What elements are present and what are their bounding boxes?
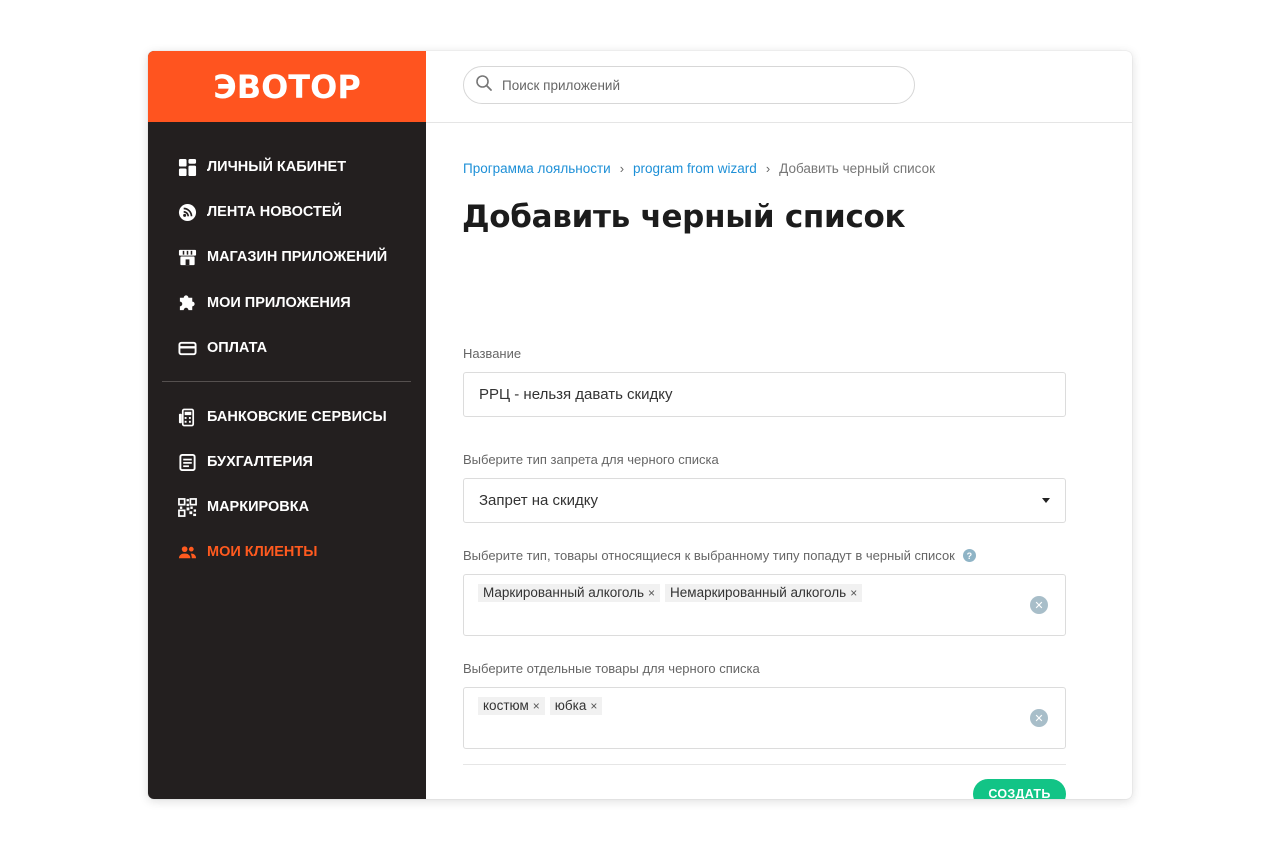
sidebar-item-bank-services[interactable]: БАНКОВСКИЕ СЕРВИСЫ (178, 406, 387, 428)
chevron-down-icon (1042, 498, 1050, 503)
credit-card-icon (178, 339, 197, 358)
ban-type-label: Выберите тип запрета для черного списка (463, 452, 719, 467)
breadcrumb-link-loyalty[interactable]: Программа лояльности (463, 161, 611, 176)
name-input[interactable] (464, 373, 1065, 416)
tag: костюм × (478, 697, 545, 715)
tag-label: Маркированный алкоголь (483, 585, 645, 600)
sidebar-item-label: МОИ ПРИЛОЖЕНИЯ (207, 295, 351, 311)
breadcrumb-current: Добавить черный список (779, 161, 935, 176)
app-window: ЭВОТОР ЛИЧНЫЙ КАБИНЕТ ЛЕНТА НОВОСТЕЙ МАГ… (148, 51, 1132, 799)
people-icon (178, 543, 197, 562)
breadcrumb-separator: › (619, 161, 625, 176)
sidebar-divider (162, 381, 411, 382)
top-bar (426, 51, 1132, 123)
sidebar: ЭВОТОР ЛИЧНЫЙ КАБИНЕТ ЛЕНТА НОВОСТЕЙ МАГ… (148, 51, 426, 799)
document-icon (178, 453, 197, 472)
products-label: Выберите отдельные товары для черного сп… (463, 661, 760, 676)
tag-remove-icon[interactable]: × (590, 699, 597, 713)
sidebar-item-label: БУХГАЛТЕРИЯ (207, 454, 313, 470)
tag-remove-icon[interactable]: × (533, 699, 540, 713)
tag: Маркированный алкоголь × (478, 584, 661, 602)
tag-label: Немаркированный алкоголь (670, 585, 847, 600)
product-types-label-text: Выберите тип, товары относящиеся к выбра… (463, 548, 955, 563)
tag-remove-icon[interactable]: × (648, 586, 655, 600)
store-icon (178, 248, 197, 267)
sidebar-item-accounting[interactable]: БУХГАЛТЕРИЯ (178, 451, 313, 473)
sidebar-item-label: МАГАЗИН ПРИЛОЖЕНИЙ (207, 249, 388, 265)
sidebar-item-marking[interactable]: МАРКИРОВКА (178, 496, 309, 518)
puzzle-icon (178, 294, 197, 313)
page-title: Добавить черный список (462, 199, 906, 235)
feed-icon (178, 203, 197, 222)
logo-header[interactable]: ЭВОТОР (148, 51, 426, 122)
sidebar-item-personal-account[interactable]: ЛИЧНЫЙ КАБИНЕТ (178, 156, 346, 178)
form-divider (463, 764, 1066, 765)
qr-code-icon (178, 497, 197, 517)
clear-icon[interactable]: ✕ (1030, 709, 1048, 727)
search-bar[interactable] (463, 66, 915, 104)
sidebar-item-label: ЛЕНТА НОВОСТЕЙ (207, 204, 342, 220)
sidebar-item-label: МОИ КЛИЕНТЫ (207, 544, 318, 560)
products-tags: костюм × юбка × (478, 697, 607, 715)
bank-terminal-icon (178, 408, 197, 427)
product-types-label: Выберите тип, товары относящиеся к выбра… (463, 548, 976, 563)
tag-remove-icon[interactable]: × (850, 586, 857, 600)
evotor-logo: ЭВОТОР (213, 67, 361, 106)
help-icon[interactable]: ? (962, 549, 976, 562)
product-types-tags: Маркированный алкоголь × Немаркированный… (478, 584, 867, 602)
products-multiselect[interactable]: костюм × юбка × ✕ (463, 687, 1066, 749)
search-icon (475, 74, 493, 97)
tag-label: костюм (483, 698, 529, 713)
main-content: Программа лояльности › program from wiza… (426, 124, 1132, 799)
sidebar-item-news-feed[interactable]: ЛЕНТА НОВОСТЕЙ (178, 201, 342, 223)
name-field-label: Название (463, 346, 522, 361)
sidebar-item-my-clients[interactable]: МОИ КЛИЕНТЫ (178, 541, 317, 563)
sidebar-item-label: МАРКИРОВКА (207, 499, 310, 515)
sidebar-item-my-apps[interactable]: МОИ ПРИЛОЖЕНИЯ (178, 292, 351, 314)
product-types-multiselect[interactable]: Маркированный алкоголь × Немаркированный… (463, 574, 1066, 636)
create-button[interactable]: СОЗДАТЬ (973, 779, 1066, 799)
sidebar-item-label: БАНКОВСКИЕ СЕРВИСЫ (207, 409, 387, 425)
breadcrumb-link-program[interactable]: program from wizard (633, 161, 757, 176)
tag: Немаркированный алкоголь × (665, 584, 863, 602)
breadcrumb-separator: › (765, 161, 771, 176)
sidebar-item-label: ОПЛАТА (207, 340, 268, 356)
ban-type-selected-value: Запрет на скидку (479, 492, 598, 509)
sidebar-item-payment[interactable]: ОПЛАТА (178, 337, 267, 359)
tag-label: юбка (554, 698, 587, 713)
sidebar-item-app-store[interactable]: МАГАЗИН ПРИЛОЖЕНИЙ (178, 246, 387, 268)
sidebar-item-label: ЛИЧНЫЙ КАБИНЕТ (207, 159, 347, 175)
breadcrumb: Программа лояльности › program from wiza… (463, 161, 935, 176)
name-field (463, 372, 1066, 417)
ban-type-select[interactable]: Запрет на скидку (463, 478, 1066, 523)
clear-icon[interactable]: ✕ (1030, 596, 1048, 614)
tag: юбка × (549, 697, 603, 715)
search-input[interactable] (502, 77, 882, 93)
dashboard-icon (178, 158, 197, 177)
